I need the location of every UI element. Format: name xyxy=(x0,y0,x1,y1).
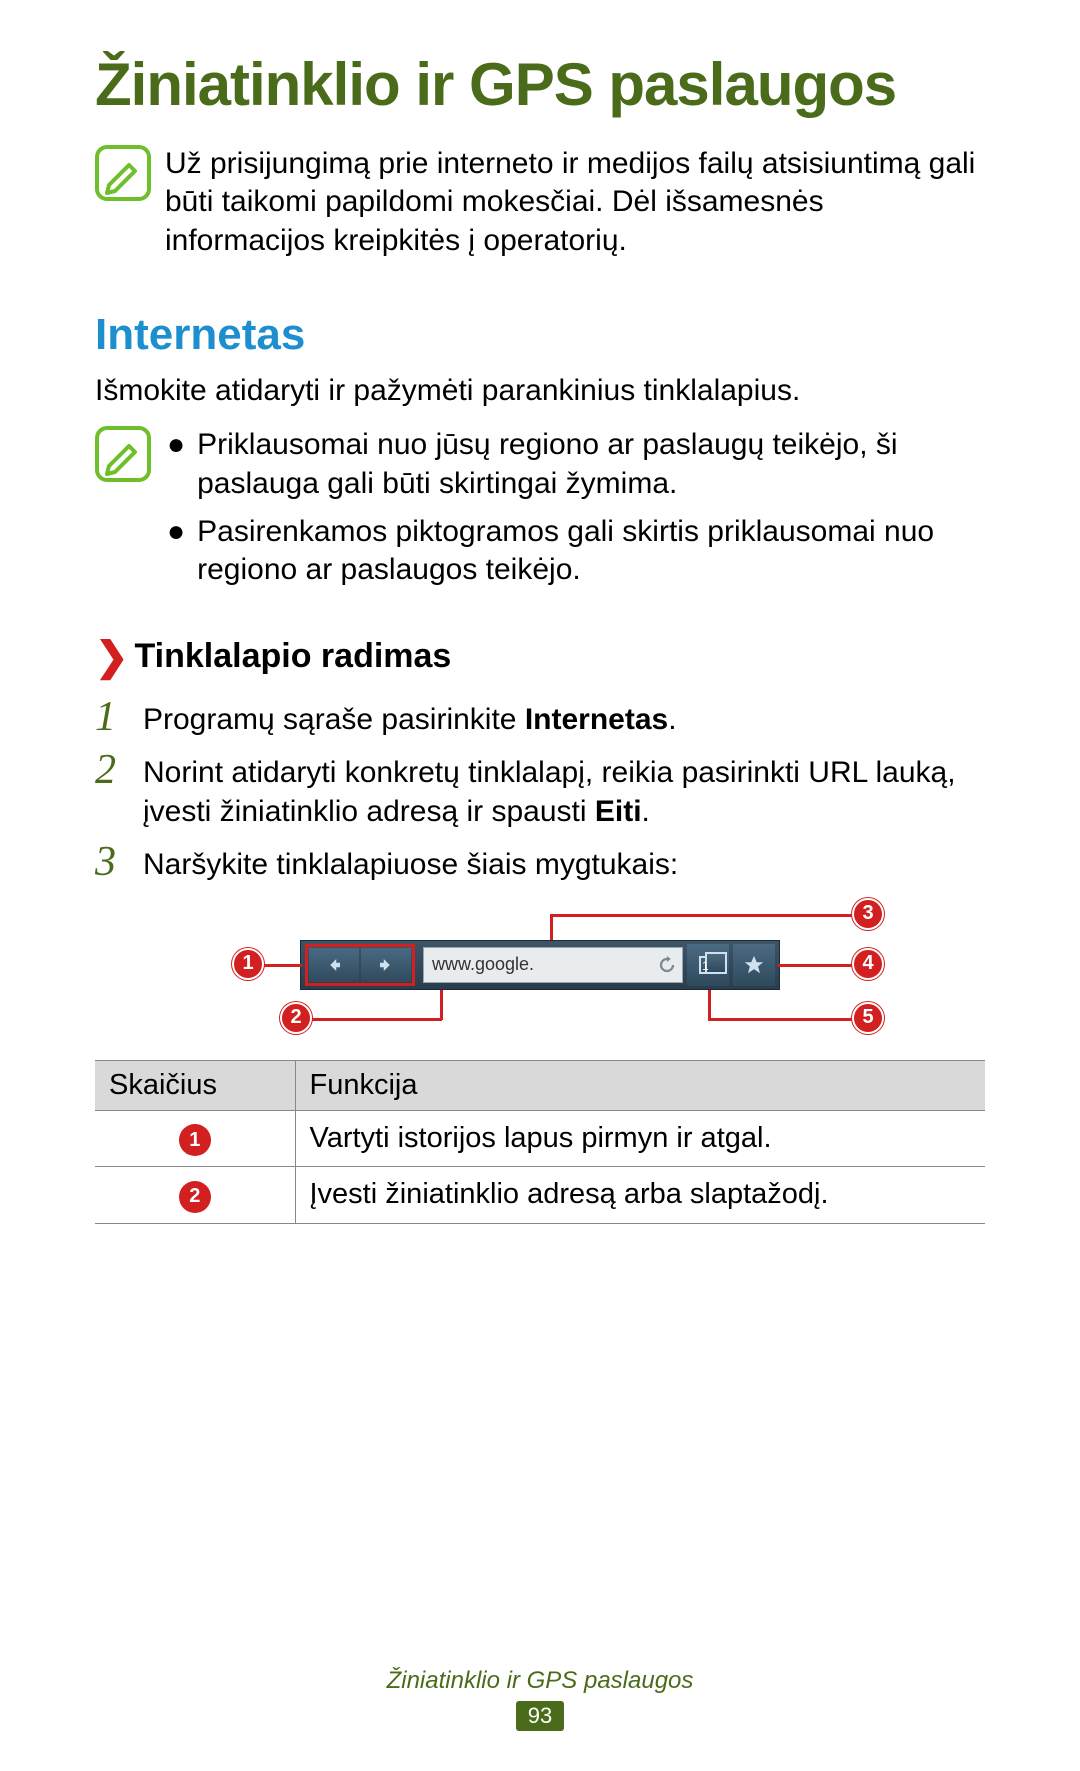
bullet-text: Priklausomai nuo jūsų regiono ar paslaug… xyxy=(197,426,985,503)
table-row: 2 Įvesti žiniatinklio adresą arba slapta… xyxy=(95,1167,985,1224)
browser-toolbar: www.google. 1 xyxy=(300,940,780,990)
callout-badge-5: 5 xyxy=(852,1002,884,1034)
bullet-item: ● Pasirenkamos piktogramos gali skirtis … xyxy=(165,513,985,590)
row-badge: 1 xyxy=(179,1124,211,1156)
step-number: 2 xyxy=(95,749,137,831)
row-desc: Įvesti žiniatinklio adresą arba slaptažo… xyxy=(295,1167,985,1224)
callout-badge-3: 3 xyxy=(852,898,884,930)
table-header-number: Skaičius xyxy=(95,1060,295,1110)
subheading: Tinklalapio radimas xyxy=(135,637,452,676)
bullet-item: ● Priklausomai nuo jūsų regiono ar pasla… xyxy=(165,426,985,503)
step-number: 1 xyxy=(95,696,137,739)
note-icon xyxy=(95,145,151,201)
windows-count: 1 xyxy=(702,959,709,973)
section-title-internetas: Internetas xyxy=(95,310,985,360)
url-text: www.google. xyxy=(432,954,534,975)
bullet-dot-icon: ● xyxy=(167,426,185,503)
bookmarks-button[interactable] xyxy=(733,944,775,986)
chevron-right-icon: ❯ xyxy=(95,634,129,680)
arrow-right-icon xyxy=(377,956,395,974)
nav-button-group xyxy=(305,944,415,986)
step-1: 1 Programų sąraše pasirinkite Internetas… xyxy=(95,696,985,739)
step-text: Programų sąraše pasirinkite Internetas. xyxy=(143,696,677,739)
page-number: 93 xyxy=(516,1701,564,1731)
star-icon xyxy=(743,954,765,976)
step-text: Norint atidaryti konkretų tinklalapį, re… xyxy=(143,749,985,831)
text: . xyxy=(668,703,676,736)
top-note-block: Už prisijungimą prie interneto ir medijo… xyxy=(95,145,985,260)
page-footer: Žiniatinklio ir GPS paslaugos 93 xyxy=(0,1667,1080,1731)
bullet-text: Pasirenkamos piktogramos gali skirtis pr… xyxy=(197,513,985,590)
subheading-row: ❯ Tinklalapio radimas xyxy=(95,634,985,680)
step-text: Naršykite tinklalapiuose šiais mygtukais… xyxy=(143,841,678,884)
row-desc: Vartyti istorijos lapus pirmyn ir atgal. xyxy=(295,1110,985,1167)
step-3: 3 Naršykite tinklalapiuose šiais mygtuka… xyxy=(95,841,985,884)
forward-button[interactable] xyxy=(361,948,411,982)
text: Norint atidaryti konkretų tinklalapį, re… xyxy=(143,756,956,828)
section-intro: Išmokite atidaryti ir pažymėti parankini… xyxy=(95,374,985,408)
row-badge: 2 xyxy=(179,1181,211,1213)
top-note-text: Už prisijungimą prie interneto ir medijo… xyxy=(165,145,985,260)
windows-button[interactable]: 1 xyxy=(687,944,729,986)
bold-text: Eiti xyxy=(595,795,642,828)
arrow-left-icon xyxy=(325,956,343,974)
step-number: 3 xyxy=(95,841,137,884)
note-list-block: ● Priklausomai nuo jūsų regiono ar pasla… xyxy=(95,426,985,600)
page-title: Žiniatinklio ir GPS paslaugos xyxy=(95,50,985,119)
table-row: 1 Vartyti istorijos lapus pirmyn ir atga… xyxy=(95,1110,985,1167)
bullet-dot-icon: ● xyxy=(167,513,185,590)
bold-text: Internetas xyxy=(525,703,668,736)
text: Programų sąraše pasirinkite xyxy=(143,703,525,736)
footer-title: Žiniatinklio ir GPS paslaugos xyxy=(0,1667,1080,1695)
note-icon xyxy=(95,426,151,482)
back-button[interactable] xyxy=(309,948,359,982)
text: . xyxy=(642,795,650,828)
browser-toolbar-diagram: 3 1 4 www.google. 1 2 5 xyxy=(180,902,900,1042)
url-input[interactable]: www.google. xyxy=(423,947,683,983)
callout-badge-2: 2 xyxy=(280,1002,312,1034)
callout-badge-1: 1 xyxy=(232,948,264,980)
table-header-function: Funkcija xyxy=(295,1060,985,1110)
function-table: Skaičius Funkcija 1 Vartyti istorijos la… xyxy=(95,1060,985,1224)
step-2: 2 Norint atidaryti konkretų tinklalapį, … xyxy=(95,749,985,831)
callout-badge-4: 4 xyxy=(852,948,884,980)
refresh-icon xyxy=(658,956,676,974)
